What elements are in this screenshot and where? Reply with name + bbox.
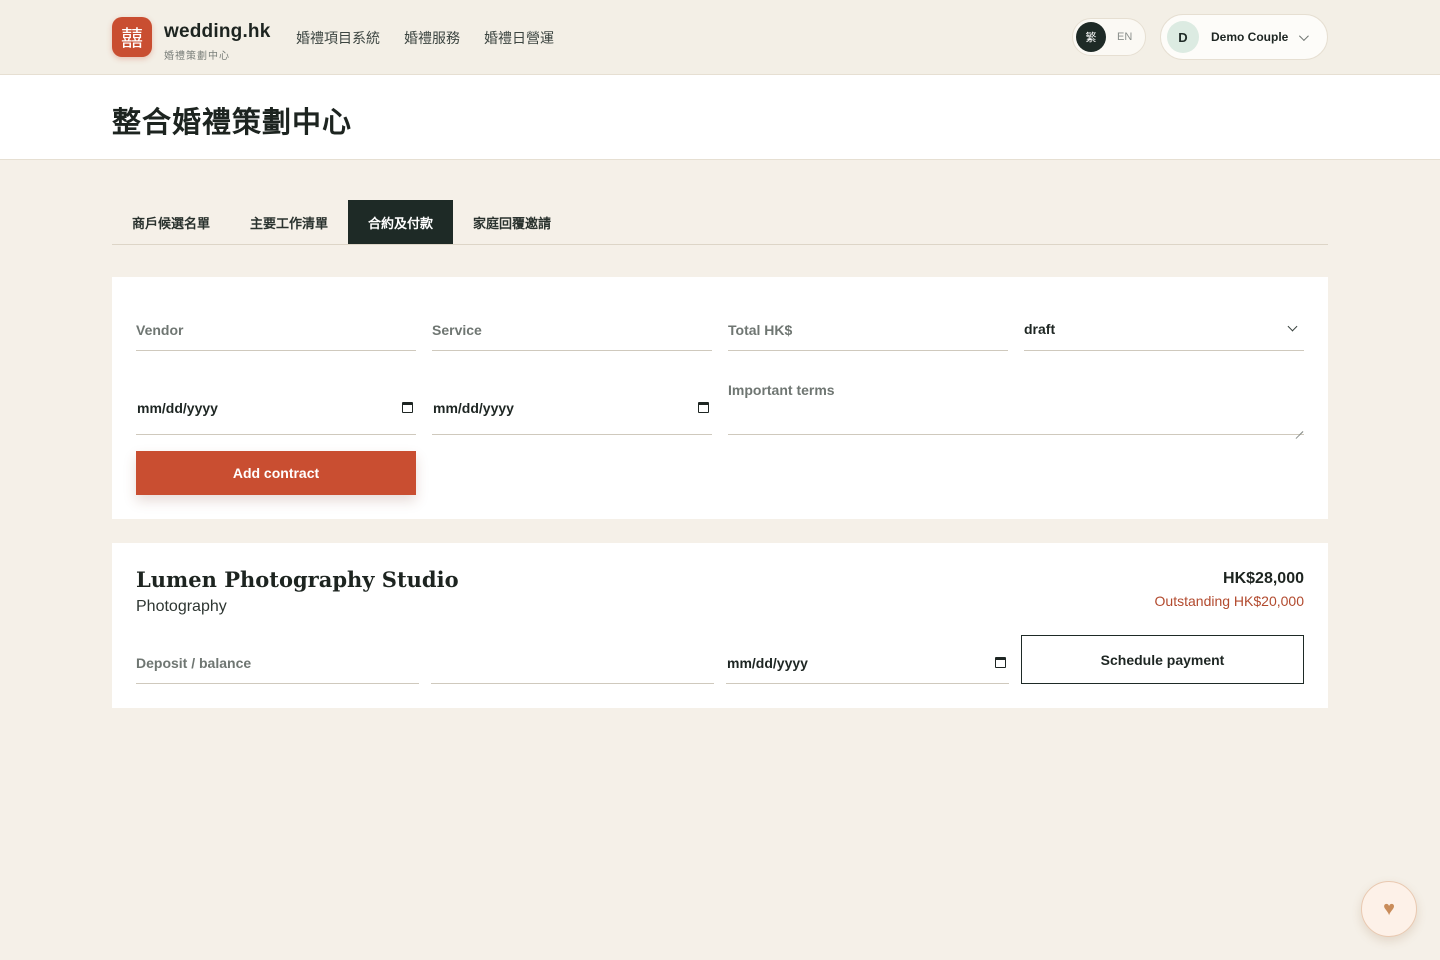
contract-vendor-name: Lumen Photography Studio [136, 567, 459, 592]
service-field [432, 317, 712, 351]
status-select[interactable]: draft [1024, 317, 1304, 351]
nav-wedding-services[interactable]: 婚禮服務 [404, 28, 460, 48]
chevron-down-icon [1299, 30, 1310, 41]
calendar-icon[interactable] [698, 402, 709, 413]
total-input[interactable] [728, 317, 1008, 343]
contract-service: Photography [136, 598, 227, 615]
contract-card: Lumen Photography Studio Photography HK$… [112, 543, 1328, 708]
user-menu-button[interactable]: D Demo Couple [1160, 14, 1328, 60]
tab-main-tasks[interactable]: 主要工作清單 [230, 200, 348, 244]
important-terms-input[interactable] [728, 382, 1304, 430]
heart-icon: ♥ [1383, 898, 1395, 920]
status-value: draft [1024, 321, 1056, 337]
favorite-fab-button[interactable]: ♥ [1361, 881, 1417, 937]
contract-outstanding: Outstanding HK$20,000 [1154, 593, 1304, 609]
tab-bar: 商戶候選名單 主要工作清單 合約及付款 家庭回覆邀請 [112, 200, 1328, 245]
user-name: Demo Couple [1211, 30, 1289, 44]
page-header: 整合婚禮策劃中心 [0, 75, 1440, 160]
nav-projects-system[interactable]: 婚禮項目系統 [296, 28, 380, 48]
top-navigation-bar: 囍 wedding.hk 婚禮策劃中心 婚禮項目系統 婚禮服務 婚禮日營運 繁 … [0, 0, 1440, 75]
total-field [728, 317, 1008, 351]
payment-due-date-value: mm/dd/yyyy [727, 655, 808, 671]
start-date-input[interactable]: mm/dd/yyyy [136, 382, 416, 435]
brand-subtitle: 婚禮策劃中心 [164, 51, 230, 62]
brand-name[interactable]: wedding.hk [164, 21, 271, 43]
language-toggle[interactable]: 繁 EN [1072, 18, 1146, 56]
payment-amount-field [431, 650, 714, 684]
main-nav: 婚禮項目系統 婚禮服務 婚禮日營運 [296, 28, 554, 48]
payment-due-date-input[interactable]: mm/dd/yyyy [726, 650, 1009, 684]
payment-amount-input[interactable] [431, 650, 714, 676]
important-terms-field [728, 382, 1304, 435]
payment-label-input[interactable] [136, 650, 419, 676]
tab-contracts-payments[interactable]: 合約及付款 [348, 200, 454, 244]
add-contract-form: draft mm/dd/yyyy mm/dd/yyyy Add contract [112, 277, 1328, 519]
vendor-field [136, 317, 416, 351]
contract-total: HK$28,000 [1223, 570, 1304, 587]
schedule-payment-button[interactable]: Schedule payment [1021, 635, 1304, 684]
calendar-icon[interactable] [402, 402, 413, 413]
resize-handle-icon[interactable] [1295, 424, 1303, 432]
chevron-down-icon [1287, 321, 1298, 332]
end-date-input[interactable]: mm/dd/yyyy [432, 382, 712, 435]
start-date-value: mm/dd/yyyy [137, 400, 218, 416]
lang-option-english[interactable]: EN [1117, 31, 1132, 43]
nav-wedding-day-operations[interactable]: 婚禮日營運 [484, 28, 554, 48]
tab-family-rsvp[interactable]: 家庭回覆邀請 [453, 200, 571, 244]
calendar-icon[interactable] [995, 657, 1006, 668]
avatar: D [1167, 21, 1199, 53]
service-input[interactable] [432, 317, 712, 343]
end-date-value: mm/dd/yyyy [433, 400, 514, 416]
lang-option-traditional-chinese[interactable]: 繁 [1076, 22, 1106, 52]
page-title: 整合婚禮策劃中心 [112, 105, 353, 139]
vendor-input[interactable] [136, 317, 416, 343]
add-contract-button[interactable]: Add contract [136, 451, 416, 495]
logo-glyph: 囍 [120, 27, 143, 52]
tab-vendor-shortlist[interactable]: 商戶候選名單 [112, 200, 230, 244]
brand-logo[interactable]: 囍 [112, 17, 152, 57]
payment-label-field [136, 650, 419, 684]
